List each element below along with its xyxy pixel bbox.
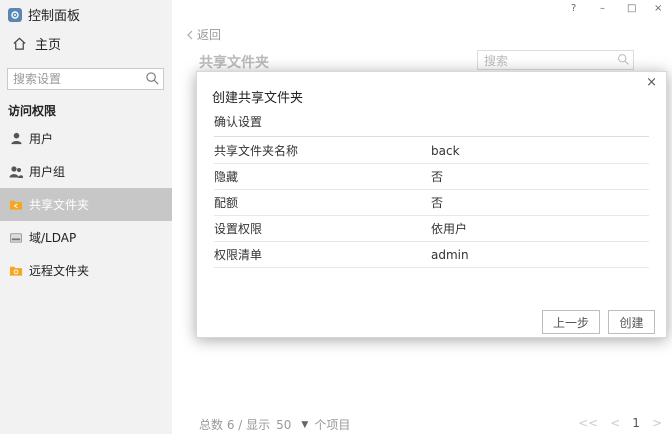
back-button[interactable]: 返回	[186, 26, 221, 43]
row-key: 共享文件夹名称	[214, 144, 299, 158]
table-row: 配额 否	[214, 190, 649, 216]
row-value: 依用户	[431, 222, 468, 236]
row-value: 否	[431, 196, 444, 210]
search-icon[interactable]	[617, 53, 630, 66]
home-icon	[13, 37, 26, 50]
user-group-icon	[9, 165, 23, 179]
prev-page-button[interactable]: <	[610, 416, 620, 430]
row-value: admin	[431, 247, 469, 262]
folder-search-placeholder: 搜索	[484, 53, 509, 68]
current-page: 1	[632, 416, 640, 430]
shared-folder-icon	[9, 198, 23, 212]
sidebar-item-ldap[interactable]: 域/LDAP	[0, 221, 172, 254]
user-icon	[9, 132, 23, 146]
sidebar-item-label: 共享文件夹	[29, 198, 90, 212]
page-title: 共享文件夹	[199, 55, 269, 71]
dialog-title: 创建共享文件夹	[212, 91, 304, 106]
sidebar-item-remote-folder[interactable]: 远程文件夹	[0, 254, 172, 287]
page-size-select[interactable]: 50 ▼	[276, 418, 308, 432]
sidebar-item-label: 远程文件夹	[29, 264, 90, 278]
row-key: 设置权限	[214, 222, 263, 236]
remote-folder-icon	[9, 264, 23, 278]
sidebar-item-user-group[interactable]: 用户组	[0, 155, 172, 188]
table-row: 权限清单 admin	[214, 242, 649, 268]
sidebar-item-label: 用户组	[29, 165, 66, 179]
control-panel-icon	[8, 7, 22, 22]
table-row: 隐藏 否	[214, 164, 649, 190]
minimize-button[interactable]: –	[600, 3, 605, 14]
row-key: 隐藏	[214, 170, 239, 184]
divider	[214, 136, 649, 137]
ldap-icon	[9, 231, 23, 245]
help-button[interactable]: ?	[571, 3, 576, 14]
row-key: 配额	[214, 196, 239, 210]
app-title-text: 控制面板	[28, 9, 81, 24]
sidebar-item-shared-folder[interactable]: 共享文件夹	[0, 188, 172, 221]
home-label: 主页	[35, 38, 62, 53]
dialog-subtitle: 确认设置	[214, 115, 263, 129]
maximize-button[interactable]: □	[627, 3, 636, 14]
dropdown-arrow-icon: ▼	[301, 419, 309, 430]
create-shared-folder-dialog: × 创建共享文件夹 确认设置 共享文件夹名称 back 隐藏 否 配额 否 设置…	[196, 71, 667, 338]
search-icon[interactable]	[145, 71, 160, 86]
previous-step-button[interactable]: 上一步	[542, 310, 600, 334]
total-label: 总数 6 / 显示	[199, 418, 271, 432]
list-footer: 总数 6 / 显示 50 ▼ 个项目	[199, 416, 350, 433]
app-title: 控制面板	[8, 5, 80, 24]
row-value: back	[431, 143, 460, 158]
close-icon[interactable]: ×	[646, 75, 657, 90]
table-row: 共享文件夹名称 back	[214, 138, 649, 164]
sidebar: 控制面板 主页 访问权限 用户 用户组 共享文件夹 域/LDAP	[0, 0, 172, 434]
table-row: 设置权限 依用户	[214, 216, 649, 242]
first-page-button[interactable]: <<	[578, 416, 598, 430]
create-button[interactable]: 创建	[608, 310, 655, 334]
settings-search[interactable]	[7, 68, 164, 90]
row-key: 权限清单	[214, 248, 263, 262]
sidebar-item-user[interactable]: 用户	[0, 122, 172, 155]
chevron-left-icon	[187, 30, 193, 39]
section-access-rights: 访问权限	[8, 104, 57, 118]
sidebar-item-home[interactable]: 主页	[12, 34, 61, 53]
back-label: 返回	[197, 28, 222, 42]
folder-search-input[interactable]: 搜索	[477, 50, 634, 70]
sidebar-item-label: 域/LDAP	[29, 231, 77, 245]
pagination: << < 1 >	[578, 416, 662, 430]
close-window-button[interactable]: ×	[654, 3, 662, 14]
next-page-button[interactable]: >	[652, 416, 662, 430]
row-value: 否	[431, 170, 444, 184]
settings-summary-table: 共享文件夹名称 back 隐藏 否 配额 否 设置权限 依用户 权限清单 adm…	[214, 138, 649, 268]
sidebar-item-label: 用户	[29, 132, 54, 146]
page-size-value: 50	[276, 417, 292, 432]
items-label: 个项目	[314, 418, 351, 432]
settings-search-input[interactable]	[13, 72, 143, 86]
